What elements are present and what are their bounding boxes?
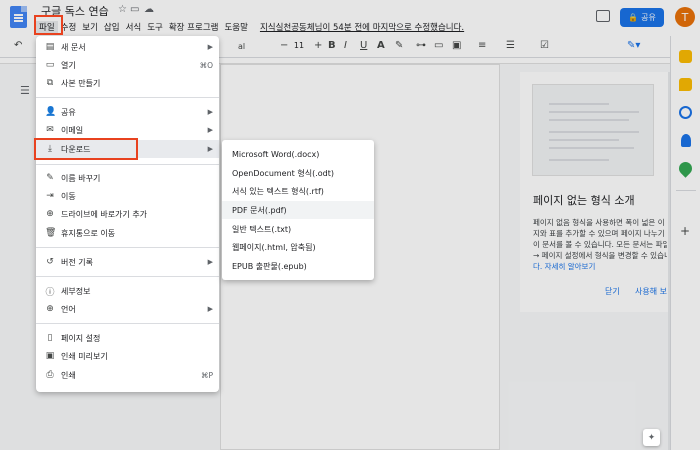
menu-item-trash[interactable]: 🗑 휴지통으로 이동 <box>36 224 219 242</box>
info-icon: ⓘ <box>45 287 55 298</box>
chevron-right-icon: ▶ <box>207 43 213 51</box>
menu-item-language[interactable]: ⊕ 언어 ▶ <box>36 300 219 318</box>
menu-item-label: 공유 <box>61 107 76 117</box>
menu-item-label: 이동 <box>61 191 76 201</box>
drive-shortcut-icon: ⊕ <box>46 209 54 219</box>
download-icon: ⤓ <box>48 144 52 154</box>
menu-item-label: 세부정보 <box>61 286 91 296</box>
history-icon: ↺ <box>46 257 54 267</box>
menu-item-label: 휴지통으로 이동 <box>61 228 116 238</box>
chevron-right-icon: ▶ <box>207 126 213 134</box>
menu-item-label: 사본 만들기 <box>61 78 101 88</box>
chevron-right-icon: ▶ <box>207 145 213 153</box>
shortcut-label: ⌘P <box>200 370 213 380</box>
menu-divider <box>36 276 219 277</box>
menu-item-rename[interactable]: ✎ 이름 바꾸기 <box>36 169 219 187</box>
menu-item-version-history[interactable]: ↺ 버전 기록 ▶ <box>36 253 219 271</box>
chevron-right-icon: ▶ <box>207 305 213 313</box>
download-pdf[interactable]: PDF 문서(.pdf) <box>222 201 374 219</box>
move-folder-icon: ⇥ <box>46 191 54 201</box>
menu-item-print-preview[interactable]: ▣ 인쇄 미리보기 <box>36 347 219 365</box>
page-setup-icon: ▯ <box>47 333 53 343</box>
download-docx[interactable]: Microsoft Word(.docx) <box>222 145 374 163</box>
menu-item-details[interactable]: ⓘ 세부정보 <box>36 282 219 300</box>
menu-item-email[interactable]: ✉ 이메일 ▶ <box>36 121 219 139</box>
email-icon: ✉ <box>46 125 54 135</box>
download-epub[interactable]: EPUB 출판물(.epub) <box>222 257 374 275</box>
menu-divider <box>36 97 219 98</box>
menu-item-label: 이름 바꾸기 <box>61 173 101 183</box>
copy-icon: ⧉ <box>46 78 54 88</box>
download-submenu: Microsoft Word(.docx) OpenDocument 형식(.o… <box>222 140 374 280</box>
rename-icon: ✎ <box>46 173 54 183</box>
explore-icon[interactable]: ✦ <box>643 429 660 446</box>
menu-item-make-copy[interactable]: ⧉ 사본 만들기 <box>36 74 219 92</box>
menu-item-download[interactable]: ⤓ 다운로드 ▶ <box>36 140 219 158</box>
shortcut-label: ⌘O <box>199 60 213 70</box>
trash-icon: 🗑 <box>45 228 57 238</box>
menu-item-label: 인쇄 미리보기 <box>61 351 108 361</box>
menu-item-add-shortcut[interactable]: ⊕ 드라이브에 바로가기 추가 <box>36 205 219 223</box>
menu-item-label: 열기 <box>61 60 76 70</box>
chevron-right-icon: ▶ <box>207 108 213 116</box>
chevron-right-icon: ▶ <box>207 258 213 266</box>
download-rtf[interactable]: 서식 있는 텍스트 형식(.rtf) <box>222 182 374 200</box>
globe-icon: ⊕ <box>46 304 54 314</box>
file-menu-dropdown: ▤ 새 문서 ▶ ▭ 열기 ⌘O ⧉ 사본 만들기 👤 공유 ▶ ✉ 이메일 ▶… <box>36 36 219 392</box>
menu-item-label: 인쇄 <box>61 370 76 380</box>
person-add-icon: 👤 <box>45 107 57 117</box>
menu-item-page-setup[interactable]: ▯ 페이지 설정 <box>36 329 219 347</box>
menu-divider <box>36 247 219 248</box>
download-txt[interactable]: 일반 텍스트(.txt) <box>222 220 374 238</box>
document-icon: ▤ <box>45 42 55 52</box>
folder-icon: ▭ <box>45 60 55 70</box>
menu-item-label: 페이지 설정 <box>61 333 101 343</box>
menu-item-share[interactable]: 👤 공유 ▶ <box>36 103 219 121</box>
menu-item-label: 새 문서 <box>61 42 86 52</box>
menu-item-open[interactable]: ▭ 열기 ⌘O <box>36 56 219 74</box>
download-odt[interactable]: OpenDocument 형식(.odt) <box>222 164 374 182</box>
menu-item-label: 다운로드 <box>61 144 91 154</box>
menu-divider <box>36 164 219 165</box>
menu-item-label: 언어 <box>61 304 76 314</box>
menu-item-new[interactable]: ▤ 새 문서 ▶ <box>36 38 219 56</box>
menu-item-label: 드라이브에 바로가기 추가 <box>61 209 148 219</box>
print-preview-icon: ▣ <box>45 351 55 361</box>
menu-item-label: 이메일 <box>61 125 84 135</box>
menu-item-label: 버전 기록 <box>61 257 93 267</box>
menu-divider <box>36 323 219 324</box>
download-html[interactable]: 웹페이지(.html, 압축됨) <box>222 238 374 256</box>
menu-item-print[interactable]: ⎙ 인쇄 ⌘P <box>36 366 219 384</box>
menu-item-move[interactable]: ⇥ 이동 <box>36 187 219 205</box>
print-icon: ⎙ <box>46 370 54 380</box>
